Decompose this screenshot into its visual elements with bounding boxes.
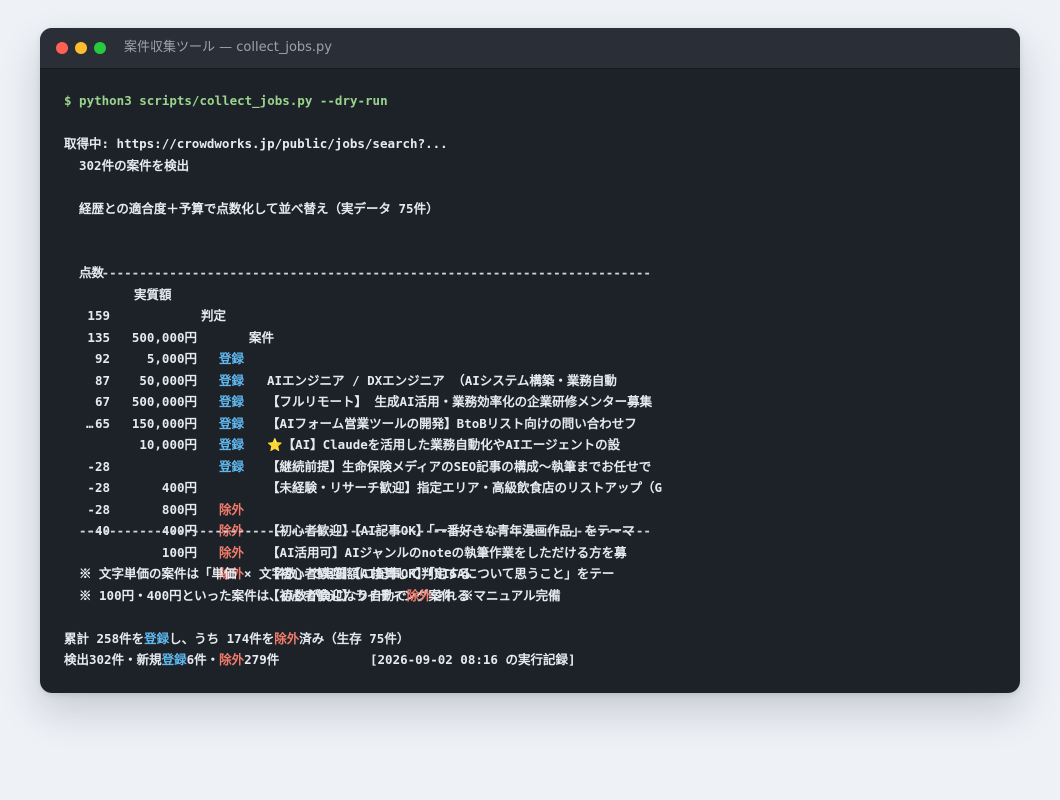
separator-bottom: ----------------------------------------… [79, 523, 651, 538]
zoom-button[interactable] [94, 42, 106, 54]
table-row: 87 500,000円 登録 ⭐【AI】Claudeを活用した業務自動化やAIエ… [64, 348, 1004, 453]
table-header: 点数 実質額 判定 案件 [64, 241, 1004, 345]
table-row: 65 10,000円 登録 【未経験・リサーチ歓迎】指定エリア・高級飲食店のリス… [64, 391, 1004, 496]
register-highlight: 登録 [144, 630, 170, 646]
terminal-window: 案件収集ツール — collect_jobs.py $ python3 scri… [40, 28, 1020, 693]
table-row: 92 50,000円 登録 【AIフォーム営業ツールの開発】BtoBリスト向けの… [64, 327, 1004, 431]
separator-top: ----------------------------------------… [79, 265, 651, 280]
summary-total: 累計 258件を登録し、うち 174件を除外済み（生存 75件） [64, 630, 410, 646]
table-row: -28 400円 除外 【初心者歓迎】【AI記事OK】「一番好きな青年漫画作品」… [64, 434, 1004, 539]
note-negative-score: ※ 100円・400円といった案件は、点数が負になり自動で除外される [79, 587, 470, 603]
register-highlight: 登録 [161, 652, 187, 667]
terminal-output: $ python3 scripts/collect_jobs.py --dry-… [64, 90, 1004, 671]
table-row: -40 100円 除外 【初心者歓迎】ライティング案件 ※マニュアル完備 [64, 499, 1004, 603]
exclude-highlight: 除外 [219, 652, 245, 667]
command-line: $ python3 scripts/collect_jobs.py --dry-… [64, 93, 388, 108]
run-timestamp: [2026-09-02 08:16 の実行記録] [370, 652, 576, 667]
detected-count: 302件の案件を検出 [79, 157, 190, 173]
table-row: -28 800円 除外 【AI活用可】AIジャンルのnoteの執筆作業をしただけ… [64, 456, 1004, 560]
table-row: -28 400円 除外 【初心者歓迎】【AI記事OK】「NISAについて思うこと… [64, 477, 1004, 582]
table-row: 135 5,000円 登録 【フルリモート】 生成AI活用・業務効率化の企業研修… [64, 305, 1004, 410]
exclude-highlight: 除外 [406, 587, 432, 603]
table-row: 67 150,000円 登録 【継続前提】生命保険メディアのSEO記事の構成〜執… [64, 370, 1004, 474]
fetch-status: 取得中: https://crowdworks.jp/public/jobs/s… [64, 136, 448, 151]
exclude-highlight: 除外 [274, 630, 300, 646]
window-title: 案件収集ツール — collect_jobs.py [124, 40, 333, 55]
omitted-rows-marker: … [86, 415, 94, 431]
table-row: 159 500,000円 登録 AIエンジニア / DXエンジニア （AIシステ… [64, 284, 1004, 388]
minimize-button[interactable] [75, 42, 87, 54]
close-button[interactable] [56, 42, 68, 54]
note-conversion: ※ 文字単価の案件は「単価 × 文字数」で実質額に換算して判定する [79, 566, 472, 581]
summary-run: 検出302件・新規登録6件・除外279件 [2026-09-02 08:16 の実… [64, 649, 1004, 671]
sort-description: 経歴との適合度＋予算で点数化して並べ替え（実データ 75件） [79, 200, 439, 216]
title-bar: 案件収集ツール — collect_jobs.py [40, 28, 1020, 69]
